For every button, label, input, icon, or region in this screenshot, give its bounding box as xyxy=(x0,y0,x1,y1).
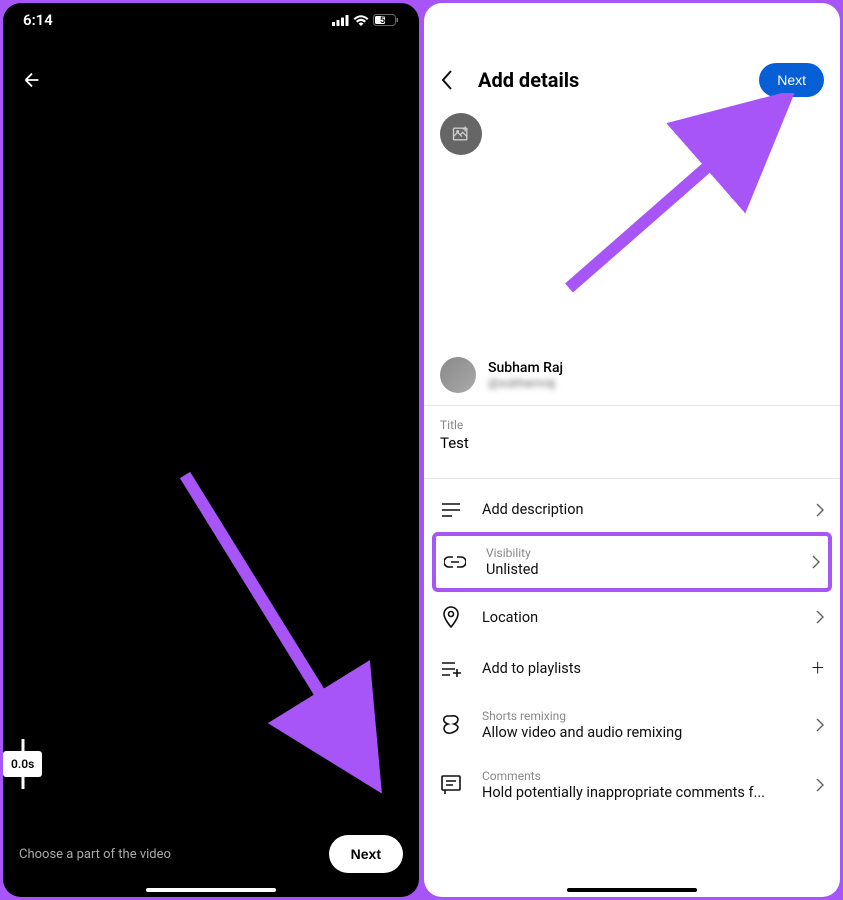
back-arrow-icon[interactable] xyxy=(21,69,43,91)
author-handle: @subhamraj xyxy=(488,376,563,390)
bottom-bar: Choose a part of the video Next xyxy=(3,835,419,873)
page-title: Add details xyxy=(478,68,759,92)
author-section: Subham Raj @subhamraj xyxy=(424,357,840,393)
option-subtitle: Shorts remixing xyxy=(482,709,796,723)
option-playlists[interactable]: Add to playlists + xyxy=(424,642,840,695)
option-location[interactable]: Location xyxy=(424,592,840,642)
chevron-right-icon xyxy=(816,778,824,792)
location-icon xyxy=(440,606,462,628)
option-value: Hold potentially inappropriate comments … xyxy=(482,784,796,801)
option-comments[interactable]: Comments Hold potentially inappropriate … xyxy=(424,755,840,815)
title-value: Test xyxy=(440,434,824,452)
cellular-icon xyxy=(332,15,349,26)
thumbnail-picker[interactable] xyxy=(440,113,482,155)
comments-icon xyxy=(440,775,462,795)
option-remixing[interactable]: Shorts remixing Allow video and audio re… xyxy=(424,695,840,755)
prompt-text: Choose a part of the video xyxy=(19,847,171,862)
option-visibility[interactable]: Visibility Unlisted xyxy=(432,532,832,592)
video-trim-screen: 6:14 51 0.0s Choose a part of the video … xyxy=(3,3,419,897)
shorts-icon xyxy=(440,714,462,736)
option-description[interactable]: Add description xyxy=(424,487,840,532)
next-button[interactable]: Next xyxy=(329,835,403,873)
avatar xyxy=(440,357,476,393)
option-label: Add to playlists xyxy=(482,660,792,677)
annotation-arrow xyxy=(554,93,804,303)
status-icons: 51 xyxy=(332,14,399,26)
back-chevron-icon[interactable] xyxy=(440,69,454,91)
wifi-icon xyxy=(353,15,369,26)
home-indicator[interactable] xyxy=(567,888,697,892)
status-bar: 6:14 51 xyxy=(3,3,419,31)
chevron-right-icon xyxy=(812,555,820,569)
timeline-position-label: 0.0s xyxy=(11,757,34,771)
title-label: Title xyxy=(440,418,824,432)
add-image-icon xyxy=(451,124,471,144)
author-name: Subham Raj xyxy=(488,360,563,376)
timeline-thumb[interactable]: 0.0s xyxy=(3,751,42,777)
option-label: Add description xyxy=(482,501,796,518)
next-button[interactable]: Next xyxy=(759,63,824,97)
chevron-right-icon xyxy=(816,718,824,732)
link-icon xyxy=(444,556,466,568)
chevron-right-icon xyxy=(816,503,824,517)
option-label: Location xyxy=(482,609,796,626)
option-subtitle: Comments xyxy=(482,769,796,783)
description-icon xyxy=(440,502,462,518)
plus-icon: + xyxy=(812,656,824,681)
svg-text:51: 51 xyxy=(380,16,390,26)
annotation-arrow xyxy=(173,463,403,793)
status-time: 6:14 xyxy=(23,11,53,29)
header: Add details Next xyxy=(424,3,840,111)
options-list: Add description Visibility Unlisted Loca… xyxy=(424,479,840,823)
home-indicator[interactable] xyxy=(146,888,276,892)
option-value: Unlisted xyxy=(486,561,792,578)
chevron-right-icon xyxy=(816,610,824,624)
battery-icon: 51 xyxy=(373,14,399,26)
title-section[interactable]: Title Test xyxy=(424,406,840,466)
option-subtitle: Visibility xyxy=(486,546,792,560)
add-details-screen: Add details Next Subham Raj @subhamraj T… xyxy=(424,3,840,897)
playlist-add-icon xyxy=(440,661,462,677)
option-value: Allow video and audio remixing xyxy=(482,724,796,741)
